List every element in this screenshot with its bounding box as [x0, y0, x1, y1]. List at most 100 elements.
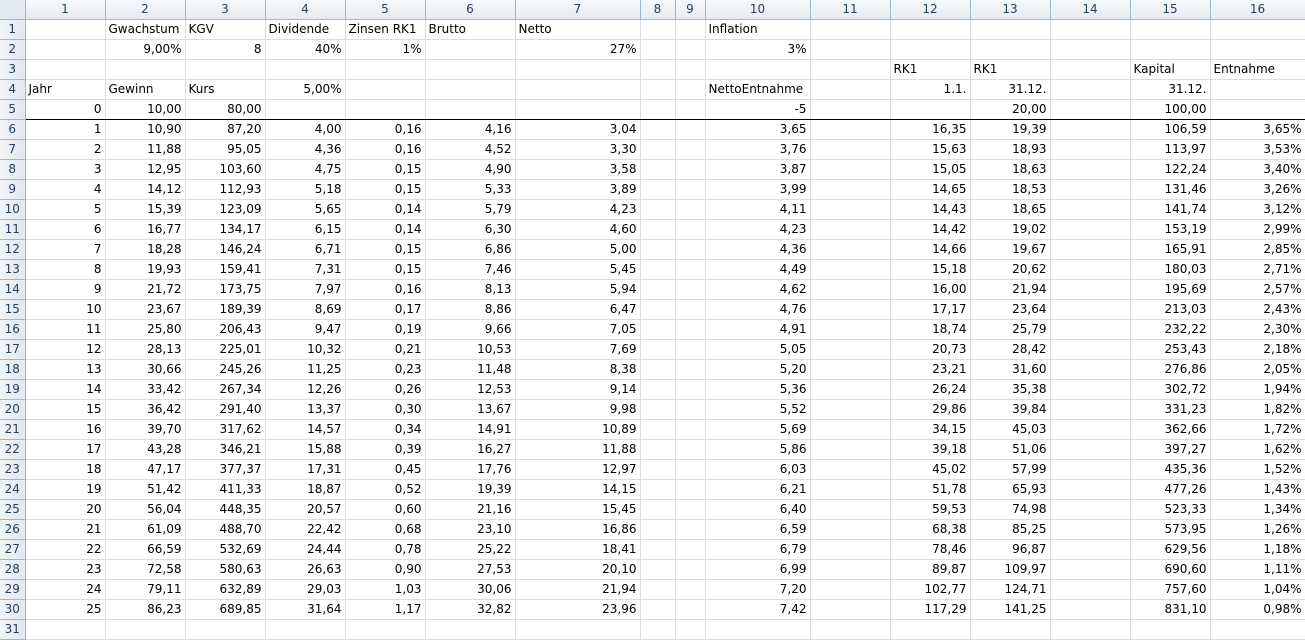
row-header[interactable]: 23: [0, 459, 26, 480]
cell[interactable]: 3,26%: [1210, 179, 1305, 200]
cell[interactable]: [675, 19, 706, 40]
cell[interactable]: 23,10: [425, 519, 516, 540]
cell[interactable]: [640, 439, 676, 460]
cell[interactable]: 0,16: [345, 139, 426, 160]
cell[interactable]: 23,96: [515, 599, 641, 620]
cell[interactable]: 31.12.: [970, 79, 1051, 100]
cell[interactable]: 14,66: [890, 239, 971, 260]
cell[interactable]: 4,36: [705, 239, 811, 260]
cell[interactable]: [1050, 499, 1131, 520]
cell[interactable]: 131,46: [1130, 179, 1211, 200]
cell[interactable]: 23,21: [890, 359, 971, 380]
cell[interactable]: 89,87: [890, 559, 971, 580]
cell[interactable]: 6,79: [705, 539, 811, 560]
cell[interactable]: [810, 619, 891, 640]
cell[interactable]: 0,78: [345, 539, 426, 560]
cell[interactable]: 5,05: [705, 339, 811, 360]
column-header[interactable]: 6: [425, 0, 516, 20]
cell[interactable]: 276,86: [1130, 359, 1211, 380]
cell[interactable]: 580,63: [185, 559, 266, 580]
cell[interactable]: [1050, 359, 1131, 380]
cell[interactable]: [1050, 379, 1131, 400]
cell[interactable]: [640, 39, 676, 60]
cell[interactable]: 213,03: [1130, 299, 1211, 320]
cell[interactable]: 45,03: [970, 419, 1051, 440]
cell[interactable]: 3,04: [515, 119, 641, 140]
cell[interactable]: 20,62: [970, 259, 1051, 280]
cell[interactable]: [1210, 79, 1305, 100]
cell[interactable]: [640, 59, 676, 80]
cell[interactable]: 9,47: [265, 319, 346, 340]
cell[interactable]: 80,00: [185, 99, 266, 120]
cell[interactable]: 7: [25, 239, 106, 260]
cell[interactable]: [810, 79, 891, 100]
cell[interactable]: [810, 19, 891, 40]
cell[interactable]: 24,44: [265, 539, 346, 560]
cell[interactable]: 10,89: [515, 419, 641, 440]
cell[interactable]: [1050, 579, 1131, 600]
cell[interactable]: 103,60: [185, 159, 266, 180]
cell[interactable]: [640, 499, 676, 520]
cell[interactable]: 9: [25, 279, 106, 300]
cell[interactable]: [1050, 179, 1131, 200]
cell[interactable]: [810, 159, 891, 180]
cell[interactable]: [105, 619, 186, 640]
cell[interactable]: 317,62: [185, 419, 266, 440]
cell[interactable]: 291,40: [185, 399, 266, 420]
cell[interactable]: 34,15: [890, 419, 971, 440]
cell[interactable]: 100,00: [1130, 99, 1211, 120]
cell[interactable]: 15: [25, 399, 106, 420]
cell[interactable]: [675, 559, 706, 580]
cell[interactable]: 39,84: [970, 399, 1051, 420]
cell[interactable]: 3,65: [705, 119, 811, 140]
cell[interactable]: 6,03: [705, 459, 811, 480]
cell[interactable]: [1050, 19, 1131, 40]
cell[interactable]: [425, 79, 516, 100]
row-header[interactable]: 27: [0, 539, 26, 560]
cell[interactable]: 16,86: [515, 519, 641, 540]
cell[interactable]: 21,94: [515, 579, 641, 600]
cell[interactable]: 25,80: [105, 319, 186, 340]
cell[interactable]: 6,30: [425, 219, 516, 240]
cell[interactable]: 8,38: [515, 359, 641, 380]
cell[interactable]: Dividende: [265, 19, 346, 40]
cell[interactable]: [1130, 19, 1211, 40]
cell[interactable]: 10: [25, 299, 106, 320]
cell[interactable]: [185, 59, 266, 80]
cell[interactable]: 122,24: [1130, 159, 1211, 180]
cell[interactable]: 435,36: [1130, 459, 1211, 480]
cell[interactable]: 32,82: [425, 599, 516, 620]
cell[interactable]: [810, 579, 891, 600]
cell[interactable]: Gewinn: [105, 79, 186, 100]
cell[interactable]: 31,64: [265, 599, 346, 620]
cell[interactable]: 195,69: [1130, 279, 1211, 300]
cell[interactable]: 6,86: [425, 239, 516, 260]
cell[interactable]: 23,67: [105, 299, 186, 320]
cell[interactable]: 7,69: [515, 339, 641, 360]
cell[interactable]: 3,65%: [1210, 119, 1305, 140]
cell[interactable]: [675, 99, 706, 120]
cell[interactable]: 573,95: [1130, 519, 1211, 540]
cell[interactable]: [810, 299, 891, 320]
cell[interactable]: 19,39: [425, 479, 516, 500]
cell[interactable]: 5,94: [515, 279, 641, 300]
cell[interactable]: [640, 279, 676, 300]
cell[interactable]: 1,62%: [1210, 439, 1305, 460]
row-header[interactable]: 28: [0, 559, 26, 580]
cell[interactable]: 397,27: [1130, 439, 1211, 460]
cell[interactable]: 689,85: [185, 599, 266, 620]
cell[interactable]: 0,15: [345, 239, 426, 260]
row-header[interactable]: 1: [0, 19, 26, 40]
cell[interactable]: 0,19: [345, 319, 426, 340]
row-header[interactable]: 4: [0, 79, 26, 100]
cell[interactable]: [675, 579, 706, 600]
cell[interactable]: [1050, 199, 1131, 220]
cell[interactable]: 26,24: [890, 379, 971, 400]
cell[interactable]: 4,00: [265, 119, 346, 140]
cell[interactable]: [1050, 479, 1131, 500]
cell[interactable]: [1050, 239, 1131, 260]
cell[interactable]: 165,91: [1130, 239, 1211, 260]
cell[interactable]: 831,10: [1130, 599, 1211, 620]
cell[interactable]: 72,58: [105, 559, 186, 580]
cell[interactable]: 0,16: [345, 119, 426, 140]
